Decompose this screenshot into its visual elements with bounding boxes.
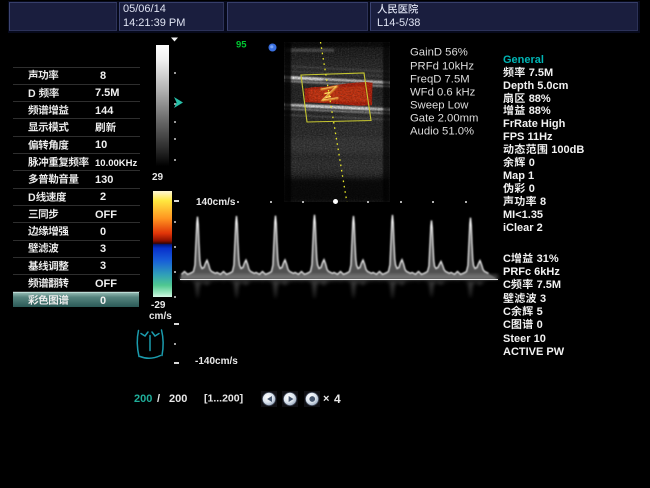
svg-text:88%: 88% xyxy=(529,105,551,117)
svg-text:5: 5 xyxy=(537,306,543,318)
svg-text:OFF: OFF xyxy=(95,278,117,290)
svg-text:8: 8 xyxy=(540,196,546,208)
svg-text:2: 2 xyxy=(100,191,106,203)
svg-text:cm/s: cm/s xyxy=(149,311,172,322)
svg-text:0: 0 xyxy=(100,226,106,238)
svg-text:29: 29 xyxy=(152,172,164,183)
svg-text:7.5M: 7.5M xyxy=(95,87,119,99)
svg-text:100dB: 100dB xyxy=(551,144,584,156)
svg-text:GainD 56%: GainD 56% xyxy=(410,47,468,59)
svg-text:Map 1: Map 1 xyxy=(503,170,534,182)
svg-text:[1...200]: [1...200] xyxy=(204,393,243,405)
svg-text:C: C xyxy=(503,279,511,291)
svg-text:PRFd 10kHz: PRFd 10kHz xyxy=(410,60,474,72)
svg-text:8: 8 xyxy=(100,70,106,82)
svg-text:General: General xyxy=(503,54,544,66)
svg-text:Gate 2.00mm: Gate 2.00mm xyxy=(410,112,478,124)
svg-text:7.5M: 7.5M xyxy=(529,67,553,79)
svg-text:D: D xyxy=(28,191,36,203)
svg-text:Audio 51.0%: Audio 51.0% xyxy=(410,125,474,137)
svg-text:7.5M: 7.5M xyxy=(537,279,561,291)
svg-text:200: 200 xyxy=(134,393,152,405)
svg-text:iClear 2: iClear 2 xyxy=(503,222,543,234)
svg-text:10.00KHz: 10.00KHz xyxy=(95,158,137,169)
svg-text:95: 95 xyxy=(236,39,247,50)
svg-text:WFd 0.6 kHz: WFd 0.6 kHz xyxy=(410,86,476,98)
svg-text:10: 10 xyxy=(95,139,107,151)
svg-text:FrRate High: FrRate High xyxy=(503,118,566,130)
svg-text:FPS 11Hz: FPS 11Hz xyxy=(503,131,553,143)
svg-text:D: D xyxy=(28,87,36,99)
svg-text:130: 130 xyxy=(95,174,113,186)
svg-text:4: 4 xyxy=(334,392,341,406)
svg-text:88%: 88% xyxy=(529,93,551,105)
svg-text:C: C xyxy=(503,319,511,331)
svg-text:0: 0 xyxy=(529,183,535,195)
svg-text:MI<1.35: MI<1.35 xyxy=(503,209,543,221)
svg-text:C: C xyxy=(503,253,511,265)
svg-text:×: × xyxy=(323,393,329,405)
svg-text:L14-5/38: L14-5/38 xyxy=(377,17,420,29)
svg-text:0: 0 xyxy=(537,319,543,331)
svg-text:FreqD 7.5M: FreqD 7.5M xyxy=(410,73,470,85)
svg-text:OFF: OFF xyxy=(95,209,117,221)
svg-text:144: 144 xyxy=(95,105,114,117)
svg-text:PRFc 6kHz: PRFc 6kHz xyxy=(503,266,560,278)
svg-text:14:21:39 PM: 14:21:39 PM xyxy=(123,17,185,29)
svg-text:0: 0 xyxy=(529,157,535,169)
svg-text:Steer 10: Steer 10 xyxy=(503,333,546,345)
svg-text:05/06/14: 05/06/14 xyxy=(123,3,166,15)
svg-text:/: / xyxy=(157,393,160,405)
svg-text:3: 3 xyxy=(540,293,546,305)
svg-text:C: C xyxy=(503,306,511,318)
svg-text:3: 3 xyxy=(100,243,106,255)
svg-text:200: 200 xyxy=(169,393,187,405)
svg-text:Depth 5.0cm: Depth 5.0cm xyxy=(503,80,569,92)
svg-text:140cm/s: 140cm/s xyxy=(196,197,236,208)
svg-text:ACTIVE PW: ACTIVE PW xyxy=(503,346,565,358)
svg-text:Sweep Low: Sweep Low xyxy=(410,99,469,111)
svg-text:3: 3 xyxy=(100,260,106,272)
svg-text:-140cm/s: -140cm/s xyxy=(195,356,238,367)
svg-text:31%: 31% xyxy=(537,253,559,265)
svg-text:0: 0 xyxy=(100,295,106,307)
